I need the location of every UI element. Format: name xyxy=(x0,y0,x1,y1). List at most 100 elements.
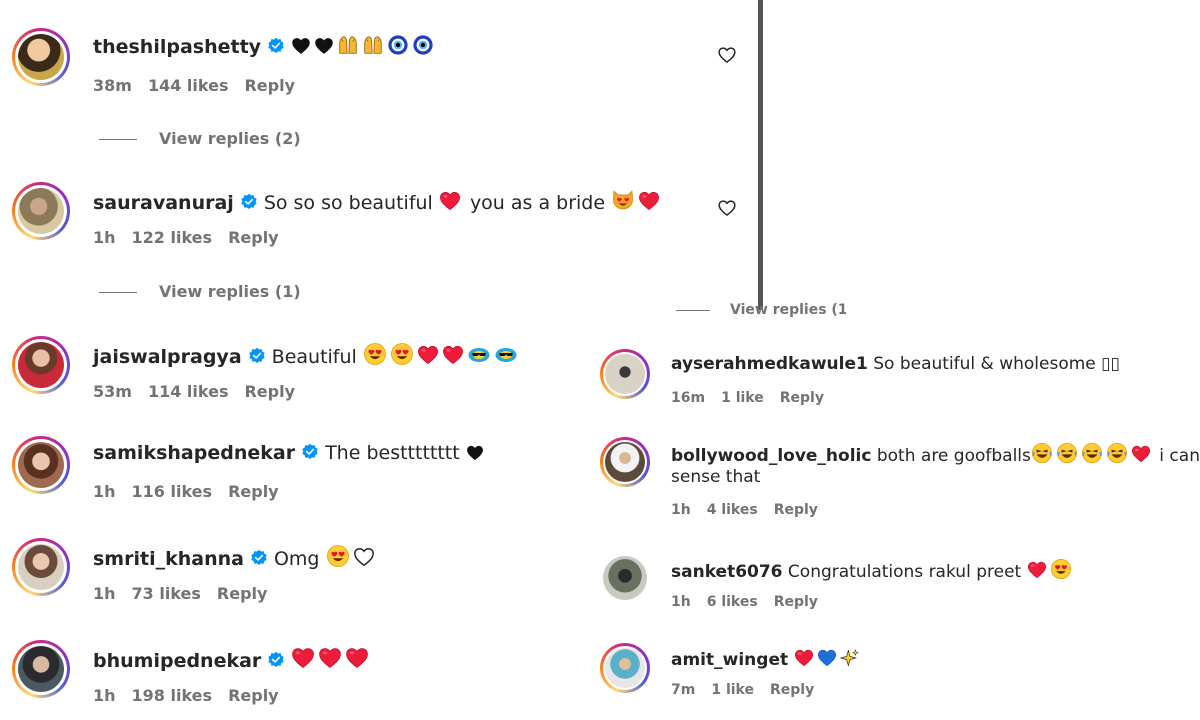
reply-button[interactable]: Reply xyxy=(244,76,295,95)
red-heart-icon xyxy=(417,344,439,366)
verified-badge-icon xyxy=(301,443,319,461)
like-count[interactable]: 1 like xyxy=(711,682,754,698)
cat-heart-eyes-icon xyxy=(611,188,635,212)
timestamp: 38m xyxy=(93,76,132,95)
reply-button[interactable]: Reply xyxy=(780,390,824,406)
username[interactable]: jaiswalpragya xyxy=(93,346,242,368)
username[interactable]: amit_winget xyxy=(671,650,788,670)
like-count[interactable]: 116 likes xyxy=(132,482,213,501)
nazar-amulet-icon xyxy=(412,34,434,56)
comment-line: ayserahmedkawule1 So beautiful & wholeso… xyxy=(671,354,1120,374)
like-count[interactable]: 144 likes xyxy=(148,76,229,95)
sunglasses-face-icon xyxy=(467,342,491,366)
avatar[interactable] xyxy=(12,28,70,86)
red-heart-icon xyxy=(794,648,814,668)
comment-meta: 1h 73 likes Reply xyxy=(93,584,283,603)
username[interactable]: smriti_khanna xyxy=(93,548,244,570)
comment-theshilpashetty: theshilpashetty 38m 144 likes Reply View r… xyxy=(0,0,760,160)
red-heart-icon xyxy=(291,646,315,670)
reply-button[interactable]: Reply xyxy=(228,228,279,247)
comment-text: Beautiful xyxy=(271,346,357,368)
like-count[interactable]: 198 likes xyxy=(132,686,213,705)
like-count[interactable]: 4 likes xyxy=(707,502,758,518)
username[interactable]: bhumipednekar xyxy=(93,650,261,672)
like-heart-icon[interactable] xyxy=(717,198,737,218)
view-replies-label[interactable]: View replies (2) xyxy=(159,129,301,148)
comment-samikshapednekar: samikshapednekar The bestttttttt 1h 116 li… xyxy=(0,420,590,520)
timestamp: 16m xyxy=(671,390,706,406)
red-heart-icon xyxy=(638,190,660,212)
red-heart-icon xyxy=(1131,444,1151,464)
red-heart-icon xyxy=(1027,560,1047,580)
like-count[interactable]: 6 likes xyxy=(707,594,758,610)
reply-button[interactable]: Reply xyxy=(244,382,295,401)
comment-sauravanuraj: sauravanuraj So so so beautiful you as a … xyxy=(0,160,760,320)
view-replies-label[interactable]: View replies (1) xyxy=(159,282,301,301)
comment-line: smriti_khanna Omg xyxy=(93,544,378,570)
reply-button[interactable]: Reply xyxy=(228,482,279,501)
red-heart-icon xyxy=(439,190,461,212)
avatar[interactable] xyxy=(12,436,70,494)
red-heart-icon xyxy=(318,646,342,670)
username[interactable]: ayserahmedkawule1 xyxy=(671,354,868,374)
like-count[interactable]: 122 likes xyxy=(132,228,213,247)
cropped-view-replies-label[interactable]: View replies (1) xyxy=(730,302,846,318)
timestamp: 1h xyxy=(93,584,116,603)
like-heart-icon[interactable] xyxy=(717,45,737,65)
laughing-icon xyxy=(1031,442,1053,464)
comment-text: So beautiful & wholesome ▯▯ xyxy=(873,354,1120,374)
username[interactable]: theshilpashetty xyxy=(93,36,261,58)
avatar[interactable] xyxy=(603,556,647,600)
timestamp: 53m xyxy=(93,382,132,401)
avatar[interactable] xyxy=(600,643,650,693)
comment-smriti-khanna: smriti_khanna Omg 1h 73 likes Reply xyxy=(0,522,590,622)
verified-badge-icon xyxy=(267,651,285,669)
view-replies-button[interactable]: View replies (1) xyxy=(99,282,301,301)
avatar[interactable] xyxy=(12,538,70,596)
like-count[interactable]: 114 likes xyxy=(148,382,229,401)
avatar[interactable] xyxy=(600,349,650,399)
comment-text: Congratulations rakul preet xyxy=(787,562,1022,582)
username[interactable]: bollywood_love_holic xyxy=(671,446,871,466)
comment-text-continued: you as a bride xyxy=(469,192,606,214)
comment-meta: 1h 116 likes Reply xyxy=(93,482,295,501)
avatar[interactable] xyxy=(12,182,70,240)
like-count[interactable]: 73 likes xyxy=(132,584,201,603)
avatar[interactable] xyxy=(12,640,70,698)
username[interactable]: samikshapednekar xyxy=(93,442,295,464)
cropped-view-replies[interactable]: View replies (1) xyxy=(676,300,846,320)
reply-button[interactable]: Reply xyxy=(228,686,279,705)
reply-button[interactable]: Reply xyxy=(770,682,814,698)
comment-text: Omg xyxy=(273,548,320,570)
reply-button[interactable]: Reply xyxy=(774,502,818,518)
right-comments-panel: ayserahmedkawule1 So beautiful & wholeso… xyxy=(590,330,1200,720)
timestamp: 1h xyxy=(93,686,116,705)
comment-meta: 1h 4 likes Reply xyxy=(671,502,834,518)
verified-badge-icon xyxy=(250,549,268,567)
avatar[interactable] xyxy=(600,437,650,487)
comment-ayserahmedkawule1: ayserahmedkawule1 So beautiful & wholeso… xyxy=(590,340,1200,420)
avatar[interactable] xyxy=(12,336,70,394)
comment-line: theshilpashetty xyxy=(93,34,437,58)
comment-bhumipednekar: bhumipednekar 1h 198 likes Reply xyxy=(0,624,590,720)
comment-bollywood-love-holic: bollywood_love_holic both are goofballs … xyxy=(590,428,1200,528)
comment-meta: 38m 144 likes Reply xyxy=(93,76,311,95)
verified-badge-icon xyxy=(240,193,258,211)
reply-button[interactable]: Reply xyxy=(774,594,818,610)
comment-line: amit_winget xyxy=(671,648,863,670)
red-heart-icon xyxy=(442,344,464,366)
comment-meta: 1h 6 likes Reply xyxy=(671,594,834,610)
view-replies-button[interactable]: View replies (2) xyxy=(99,129,301,148)
comment-amit-winget: amit_winget 7m 1 like Reply xyxy=(590,634,1200,714)
timestamp: 1h xyxy=(93,482,116,501)
comment-sanket6076: sanket6076 Congratulations rakul preet 1… xyxy=(590,544,1200,624)
username[interactable]: sanket6076 xyxy=(671,562,783,582)
comment-line: bollywood_love_holic both are goofballs … xyxy=(671,442,1200,466)
username[interactable]: sauravanuraj xyxy=(93,192,234,214)
reply-button[interactable]: Reply xyxy=(217,584,268,603)
like-count[interactable]: 1 like xyxy=(721,390,764,406)
verified-badge-icon xyxy=(248,347,266,365)
comment-meta: 1h 122 likes Reply xyxy=(93,228,295,247)
laughing-icon xyxy=(1056,442,1078,464)
white-heart-icon xyxy=(353,546,375,568)
